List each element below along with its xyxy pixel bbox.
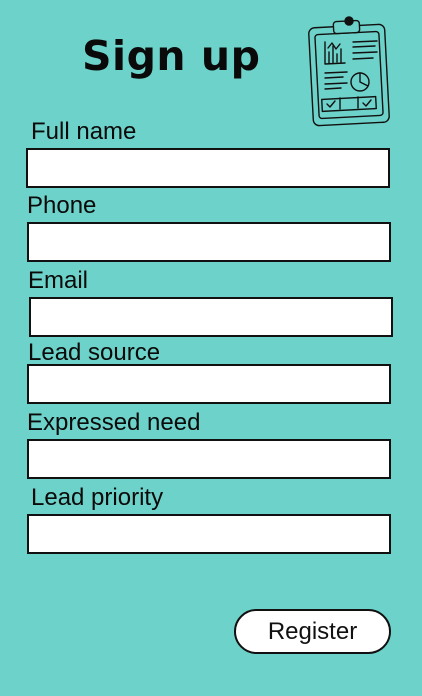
register-button[interactable]: Register — [234, 609, 391, 654]
lead-source-label: Lead source — [28, 339, 161, 366]
page-title: Sign up — [82, 32, 261, 80]
clipboard-report-icon — [308, 16, 390, 127]
phone-label: Phone — [27, 192, 97, 219]
full-name-input[interactable] — [26, 148, 390, 188]
lead-priority-label: Lead priority — [31, 484, 164, 511]
email-input[interactable] — [29, 297, 393, 337]
lead-priority-input[interactable] — [27, 514, 391, 554]
lead-source-input[interactable] — [27, 364, 391, 404]
expressed-need-input[interactable] — [27, 439, 391, 479]
phone-input[interactable] — [27, 222, 391, 262]
full-name-label: Full name — [31, 118, 137, 145]
email-label: Email — [28, 267, 89, 294]
expressed-need-label: Expressed need — [27, 409, 201, 436]
